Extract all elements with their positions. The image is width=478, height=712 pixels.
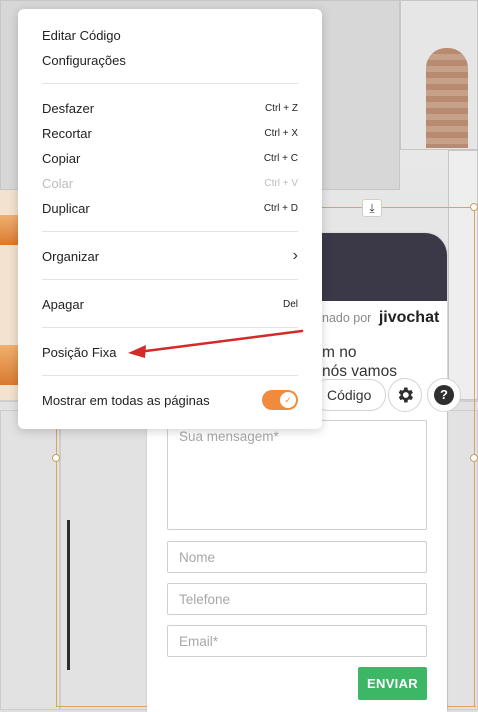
menu-item-label: Organizar bbox=[42, 248, 100, 264]
email-field[interactable]: Email* bbox=[167, 625, 427, 657]
background-lamp bbox=[426, 48, 468, 148]
menu-item-delete[interactable]: Apagar Del bbox=[42, 294, 298, 314]
menu-item-label: Configurações bbox=[42, 52, 126, 68]
message-field[interactable]: Sua mensagem* bbox=[167, 420, 427, 530]
code-button[interactable]: Código bbox=[312, 379, 387, 411]
powered-by-text: nado por bbox=[322, 311, 372, 325]
check-icon: ✓ bbox=[280, 392, 296, 408]
phone-field[interactable]: Telefone bbox=[167, 583, 427, 615]
menu-item-label: Apagar bbox=[42, 296, 84, 312]
menu-item-show-all-pages[interactable]: Mostrar em todas as páginas ✓ bbox=[42, 390, 298, 410]
menu-item-shortcut: Ctrl + X bbox=[264, 127, 298, 139]
resize-handle[interactable] bbox=[52, 454, 60, 462]
context-menu: Editar Código Configurações Desfazer Ctr… bbox=[18, 9, 322, 429]
menu-item-shortcut: Ctrl + D bbox=[263, 202, 298, 214]
menu-item-label: Colar bbox=[42, 175, 74, 191]
chevron-right-icon: › bbox=[292, 247, 298, 264]
menu-item-label: Desfazer bbox=[42, 100, 95, 116]
phone-placeholder: Telefone bbox=[179, 592, 231, 607]
name-placeholder: Nome bbox=[179, 550, 216, 565]
show-all-pages-toggle[interactable]: ✓ bbox=[262, 390, 298, 410]
menu-item-fixed-position[interactable]: Posição Fixa bbox=[42, 342, 298, 362]
menu-divider bbox=[42, 83, 298, 84]
menu-item-label: Duplicar bbox=[42, 200, 90, 216]
menu-item-label: Posição Fixa bbox=[42, 344, 117, 360]
help-button[interactable]: ? bbox=[427, 378, 461, 412]
menu-item-shortcut: Ctrl + C bbox=[263, 152, 298, 164]
menu-item-label: Mostrar em todas as páginas bbox=[42, 392, 210, 408]
settings-button[interactable] bbox=[388, 378, 422, 412]
resize-handle[interactable] bbox=[470, 454, 478, 462]
menu-item-cut[interactable]: Recortar Ctrl + X bbox=[42, 123, 298, 143]
menu-item-duplicate[interactable]: Duplicar Ctrl + D bbox=[42, 198, 298, 218]
email-placeholder: Email* bbox=[179, 634, 219, 649]
menu-divider bbox=[42, 231, 298, 232]
message-placeholder: Sua mensagem* bbox=[179, 429, 279, 444]
gear-icon bbox=[398, 387, 413, 403]
download-icon[interactable]: ⤓ bbox=[362, 199, 382, 217]
jivochat-logo: jivochat bbox=[378, 309, 440, 326]
background-accent bbox=[0, 215, 18, 245]
background-handle bbox=[67, 520, 70, 670]
chat-intro-text: m no nós vamos bbox=[322, 343, 397, 381]
menu-divider bbox=[42, 327, 298, 328]
menu-item-settings[interactable]: Configurações bbox=[42, 50, 298, 70]
menu-item-shortcut: Del bbox=[282, 298, 298, 310]
send-button[interactable]: ENVIAR bbox=[358, 667, 427, 700]
background-accent bbox=[0, 345, 18, 385]
menu-item-label: Recortar bbox=[42, 125, 92, 141]
background-drawer bbox=[60, 410, 148, 710]
menu-item-edit-code[interactable]: Editar Código bbox=[42, 25, 298, 45]
menu-item-undo[interactable]: Desfazer Ctrl + Z bbox=[42, 98, 298, 118]
name-field[interactable]: Nome bbox=[167, 541, 427, 573]
menu-item-shortcut: Ctrl + V bbox=[264, 177, 298, 189]
menu-item-shortcut: Ctrl + Z bbox=[264, 102, 298, 114]
menu-item-label: Copiar bbox=[42, 150, 81, 166]
intro-line: m no bbox=[322, 344, 357, 361]
menu-item-arrange[interactable]: Organizar › bbox=[42, 246, 298, 266]
resize-handle[interactable] bbox=[470, 203, 478, 211]
background-drawer bbox=[0, 410, 60, 710]
menu-item-label: Editar Código bbox=[42, 27, 121, 43]
menu-divider bbox=[42, 375, 298, 376]
powered-by-label: nado por jivochat bbox=[322, 309, 439, 327]
menu-item-copy[interactable]: Copiar Ctrl + C bbox=[42, 148, 298, 168]
menu-divider bbox=[42, 279, 298, 280]
menu-item-paste: Colar Ctrl + V bbox=[42, 173, 298, 193]
help-icon: ? bbox=[434, 385, 454, 405]
